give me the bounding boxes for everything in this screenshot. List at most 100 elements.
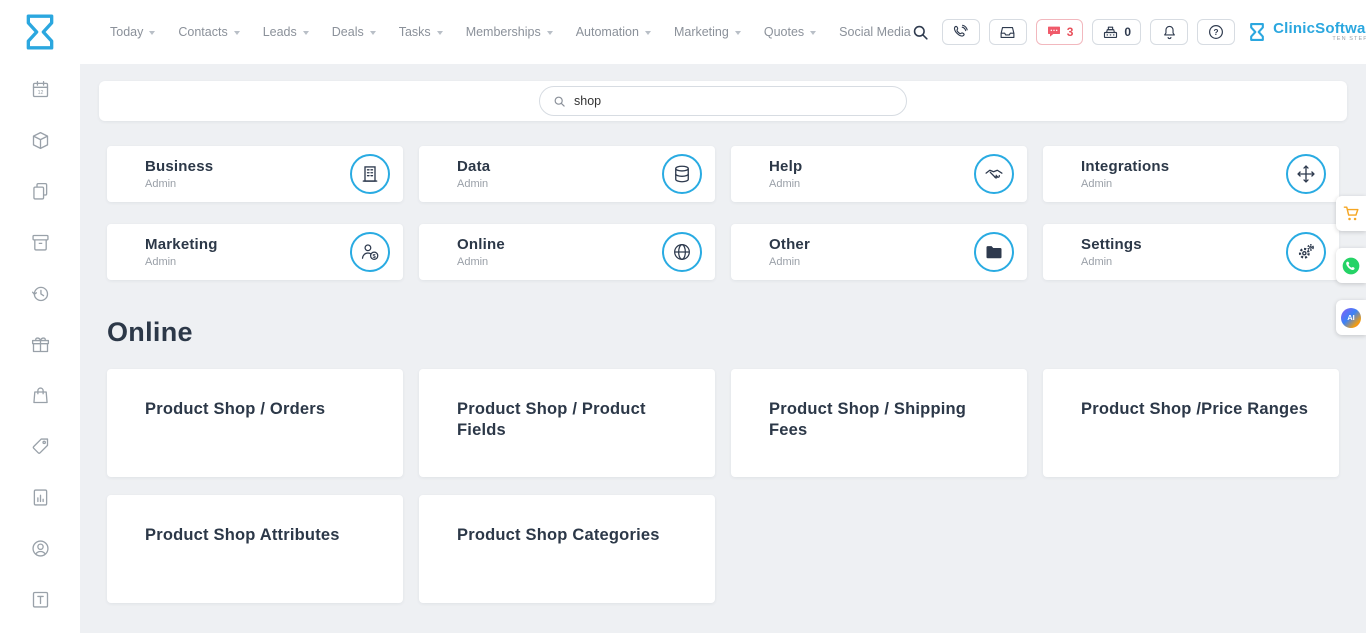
category-card-data[interactable]: DataAdmin <box>419 146 715 202</box>
menu-item-social-media[interactable]: Social Media <box>839 25 911 39</box>
pos-badge: 0 <box>1124 25 1131 39</box>
result-card-price-ranges[interactable]: Product Shop /Price Ranges <box>1043 369 1339 477</box>
result-title: Product Shop / Orders <box>145 400 325 418</box>
category-title: Business <box>145 158 213 175</box>
category-text: MarketingAdmin <box>145 236 218 268</box>
menu-item-contacts[interactable]: Contacts <box>178 25 239 39</box>
menu-label: Memberships <box>466 25 541 39</box>
brand-name: ClinicSoftware <box>1273 20 1366 37</box>
help-button[interactable]: ? <box>1197 19 1235 45</box>
svg-text:?: ? <box>1214 28 1219 37</box>
category-subtitle: Admin <box>145 178 213 190</box>
category-title: Online <box>457 236 505 253</box>
category-text: Integrations Admin <box>1081 158 1169 190</box>
archive-icon[interactable] <box>28 230 52 254</box>
category-title: Integrations <box>1081 158 1169 175</box>
gift-icon[interactable] <box>28 332 52 356</box>
category-card-other[interactable]: Other Admin <box>731 224 1027 280</box>
left-sidebar: 12 <box>0 64 80 633</box>
menu-label: Deals <box>332 25 364 39</box>
category-card-settings[interactable]: SettingsAdmin <box>1043 224 1339 280</box>
category-card-business[interactable]: Business Admin <box>107 146 403 202</box>
user-circle-icon[interactable] <box>28 536 52 560</box>
move-arrows-icon <box>1286 154 1326 194</box>
chevron-down-icon <box>234 31 240 35</box>
cash-register-icon <box>1102 24 1119 41</box>
result-card-product-fields[interactable]: Product Shop / Product Fields <box>419 369 715 477</box>
category-subtitle: Admin <box>1081 178 1169 190</box>
category-text: HelpAdmin <box>769 158 802 190</box>
hourglass-logo-icon <box>1247 20 1267 44</box>
whatsapp-widget-button[interactable] <box>1336 248 1366 283</box>
chevron-down-icon <box>437 31 443 35</box>
handshake-icon <box>974 154 1014 194</box>
menu-item-automation[interactable]: Automation <box>576 25 651 39</box>
building-icon <box>350 154 390 194</box>
menu-label: Leads <box>263 25 297 39</box>
price-tag-icon[interactable] <box>28 434 52 458</box>
person-dollar-icon: $ <box>350 232 390 272</box>
inbox-icon <box>999 24 1016 41</box>
clinicsoftware-brand[interactable]: ClinicSoftware.com TEN STEPS AHEAD <box>1247 20 1366 44</box>
search-icon[interactable] <box>911 23 930 42</box>
category-card-help[interactable]: HelpAdmin <box>731 146 1027 202</box>
category-title: Data <box>457 158 490 175</box>
chevron-down-icon <box>645 31 651 35</box>
menu-item-today[interactable]: Today <box>110 25 155 39</box>
phone-icon <box>952 24 969 41</box>
category-subtitle: Admin <box>769 256 810 268</box>
floating-widgets: AI <box>1336 196 1366 335</box>
result-title: Product Shop /Price Ranges <box>1081 400 1308 418</box>
package-icon[interactable] <box>28 128 52 152</box>
menu-label: Automation <box>576 25 639 39</box>
category-card-integrations[interactable]: Integrations Admin <box>1043 146 1339 202</box>
category-subtitle: Admin <box>769 178 802 190</box>
menu-item-quotes[interactable]: Quotes <box>764 25 816 39</box>
menu-item-marketing[interactable]: Marketing <box>674 25 741 39</box>
category-text: SettingsAdmin <box>1081 236 1142 268</box>
calendar-icon[interactable]: 12 <box>28 77 52 101</box>
result-title: Product Shop Attributes <box>145 526 340 544</box>
copy-pages-icon[interactable] <box>28 179 52 203</box>
category-subtitle: Admin <box>145 256 218 268</box>
category-title: Settings <box>1081 236 1142 253</box>
notifications-button[interactable] <box>1150 19 1188 45</box>
menu-item-deals[interactable]: Deals <box>332 25 376 39</box>
report-icon[interactable] <box>28 485 52 509</box>
menu-item-tasks[interactable]: Tasks <box>399 25 443 39</box>
brand-tagline: TEN STEPS AHEAD <box>1273 37 1366 43</box>
locker-icon[interactable] <box>28 587 52 611</box>
chat-bubble-icon <box>1046 24 1062 40</box>
result-card-categories[interactable]: Product Shop Categories <box>419 495 715 603</box>
category-grid: BusinessAdmin DataAdmin HelpAdmin Integr… <box>107 146 1339 280</box>
result-card-orders[interactable]: Product Shop / Orders <box>107 369 403 477</box>
search-input[interactable] <box>574 94 893 108</box>
result-title: Product Shop / Shipping Fees <box>769 400 966 439</box>
shopping-bag-icon[interactable] <box>28 383 52 407</box>
history-icon[interactable] <box>28 281 52 305</box>
menu-item-memberships[interactable]: Memberships <box>466 25 553 39</box>
chevron-down-icon <box>149 31 155 35</box>
svg-text:12: 12 <box>37 89 43 95</box>
inbox-button[interactable] <box>989 19 1027 45</box>
menu-item-leads[interactable]: Leads <box>263 25 309 39</box>
chat-badge: 3 <box>1067 25 1074 39</box>
result-card-shipping-fees[interactable]: Product Shop / Shipping Fees <box>731 369 1027 477</box>
menu-label: Quotes <box>764 25 804 39</box>
phone-button[interactable] <box>942 19 980 45</box>
pos-button[interactable]: 0 <box>1092 19 1141 45</box>
category-card-marketing[interactable]: MarketingAdmin $ <box>107 224 403 280</box>
category-card-online[interactable]: OnlineAdmin <box>419 224 715 280</box>
database-icon <box>662 154 702 194</box>
result-card-attributes[interactable]: Product Shop Attributes <box>107 495 403 603</box>
chat-button[interactable]: 3 <box>1036 19 1084 45</box>
ai-widget-button[interactable]: AI <box>1336 300 1366 335</box>
search-card <box>99 81 1347 121</box>
chevron-down-icon <box>810 31 816 35</box>
menu-label: Today <box>110 25 143 39</box>
cart-widget-button[interactable] <box>1336 196 1366 231</box>
chevron-down-icon <box>547 31 553 35</box>
globe-icon <box>662 232 702 272</box>
category-title: Other <box>769 236 810 253</box>
clinicsoftware-logo[interactable] <box>20 10 60 54</box>
